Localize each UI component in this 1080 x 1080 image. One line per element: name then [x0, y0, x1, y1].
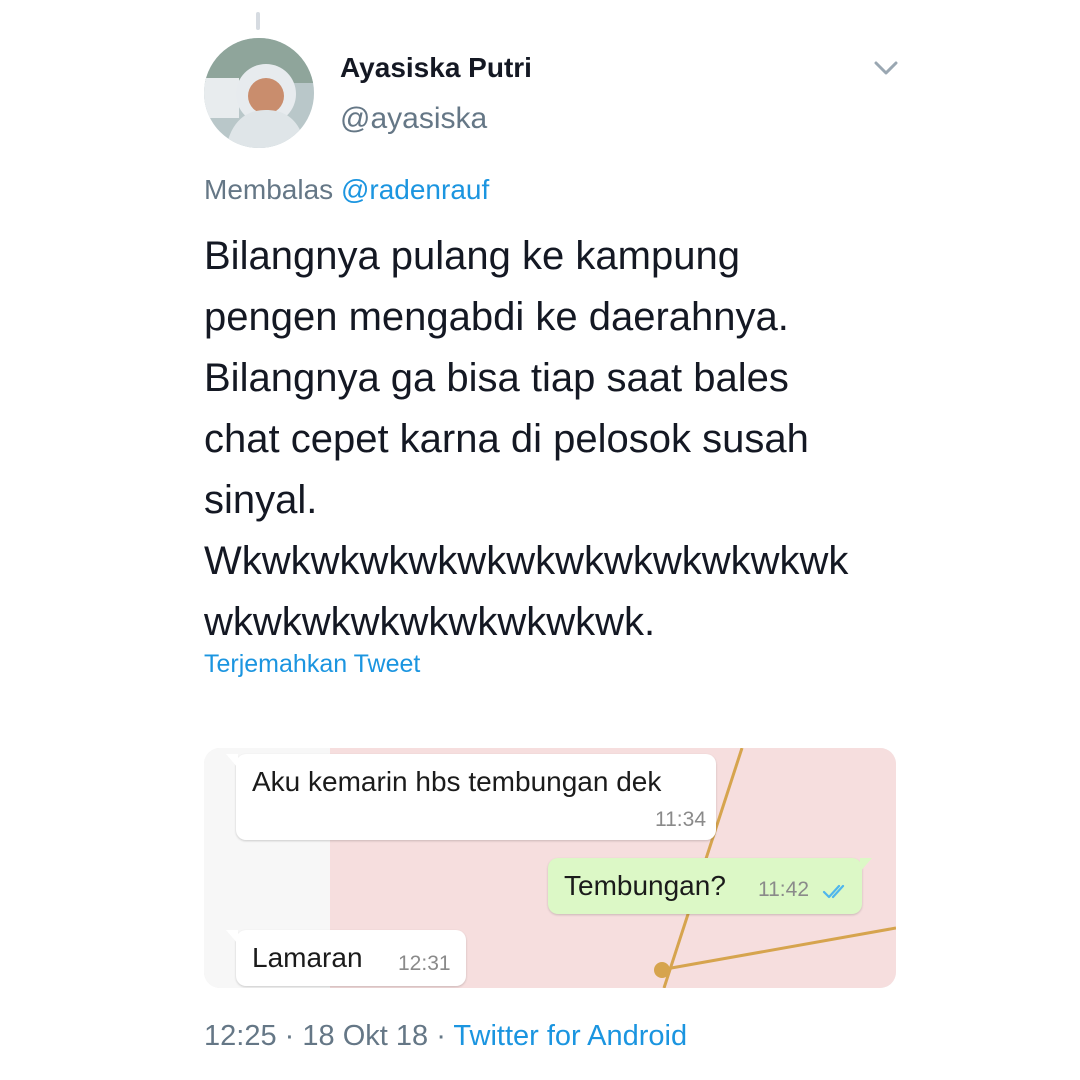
author-handle[interactable]: @ayasiska [340, 102, 487, 136]
chat-message-outgoing: Tembungan? 11:42 [548, 858, 872, 914]
tweet-text-line: Bilangnya pulang ke kampung [204, 234, 740, 278]
meta-separator: · [436, 1020, 446, 1052]
avatar[interactable] [204, 38, 314, 148]
chevron-down-icon[interactable] [870, 56, 902, 80]
message-text: Tembungan? [564, 870, 726, 901]
tweet-time: 12:25 [204, 1020, 277, 1052]
tweet-text-line: pengen mengabdi ke daerahnya. [204, 295, 789, 339]
message-time: 12:31 [398, 952, 451, 975]
message-time: 11:34 [655, 808, 706, 831]
avatar-image [204, 38, 314, 148]
reply-prefix: Membalas [204, 174, 334, 205]
meta-separator: · [284, 1020, 295, 1052]
tweet-source-link[interactable]: Twitter for Android [453, 1020, 687, 1052]
message-text: Aku kemarin hbs tembungan dek [252, 766, 662, 797]
author-name[interactable]: Ayasiska Putri [340, 52, 532, 84]
tweet-text-line: sinyal. [204, 478, 318, 522]
tweet-text: Bilangnya pulang ke kampung pengen menga… [204, 226, 924, 653]
reply-context: Membalas @radenrauf [204, 174, 489, 206]
tweet-text-line: wkwkwkwkwkwkwkwkwk. [204, 600, 656, 644]
attached-image-chat-screenshot[interactable]: Aku kemarin hbs tembungan dek 11:34 Temb… [204, 748, 896, 988]
tweet-metadata: 12:25 · 18 Okt 18 · Twitter for Android [204, 1020, 687, 1053]
translate-tweet-link[interactable]: Terjemahkan Tweet [204, 650, 420, 679]
double-check-icon [822, 876, 850, 899]
chat-message-incoming: Lamaran 12:31 [226, 930, 466, 986]
tweet-date: 18 Okt 18 [302, 1020, 429, 1052]
tweet-text-line: Wkwkwkwkwkwkwkwkwkwkwkwkwk [204, 539, 849, 583]
thread-connector-line [256, 12, 260, 30]
tweet-text-line: Bilangnya ga bisa tiap saat bales [204, 356, 789, 400]
message-text: Lamaran [252, 942, 363, 973]
message-time: 11:42 [758, 878, 809, 901]
chat-message-incoming: Aku kemarin hbs tembungan dek 11:34 [226, 754, 716, 840]
reply-mention-link[interactable]: @radenrauf [341, 174, 489, 205]
tweet-text-line: chat cepet karna di pelosok susah [204, 417, 809, 461]
